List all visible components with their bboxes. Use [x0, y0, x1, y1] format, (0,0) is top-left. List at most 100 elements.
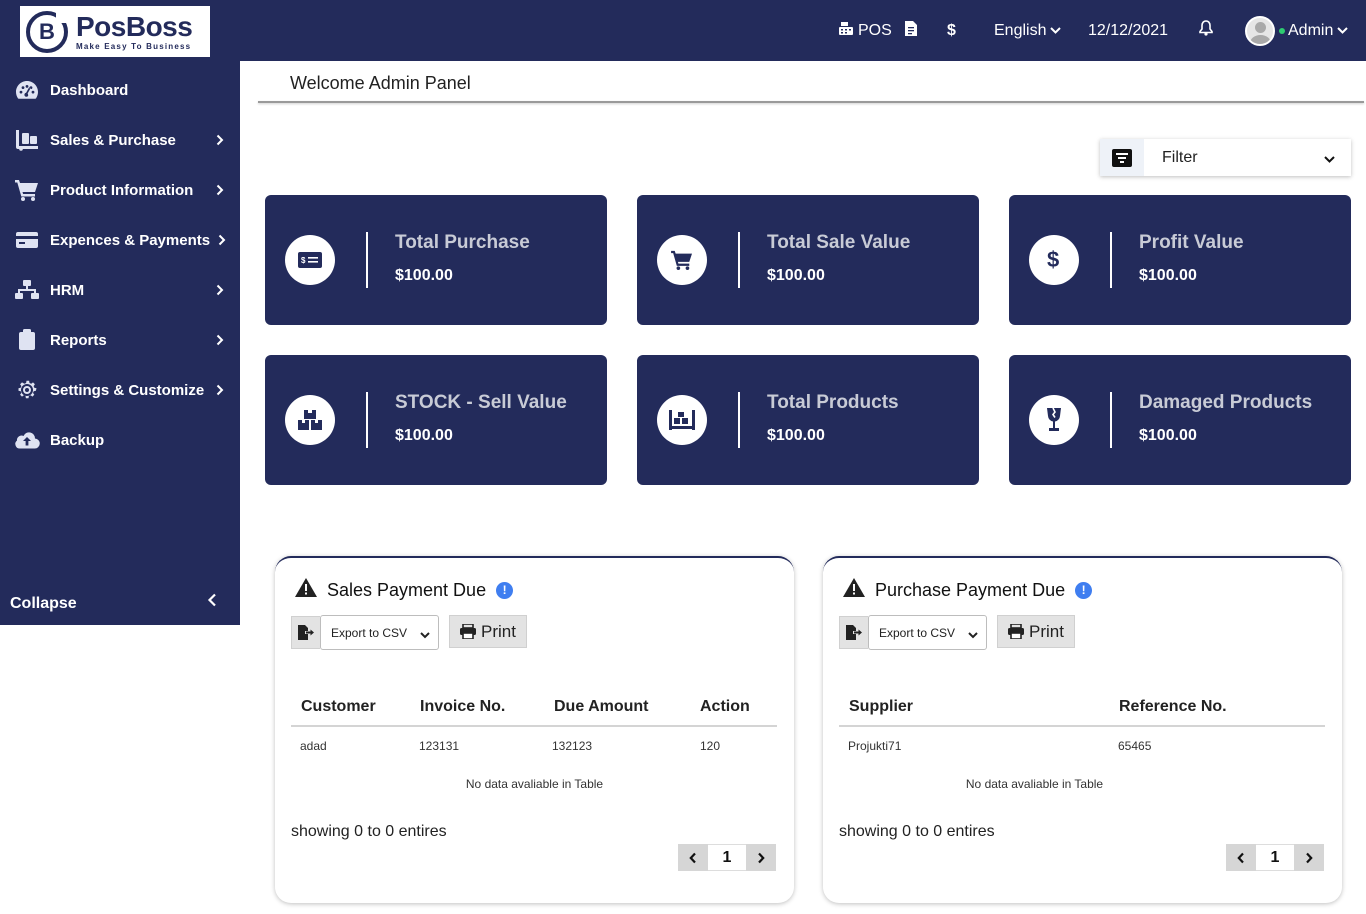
chevron-down-icon: [1337, 22, 1349, 40]
print-label: Print: [1029, 621, 1064, 641]
pos-button[interactable]: POS: [838, 0, 892, 61]
pagination: 1: [678, 844, 776, 871]
table-header-divider: [839, 725, 1325, 727]
language-label: English: [994, 21, 1047, 39]
export-select[interactable]: Export to CSV: [868, 615, 987, 650]
prev-page-button[interactable]: [1226, 844, 1256, 871]
table-cell: adad: [300, 739, 327, 753]
export-select[interactable]: Export to CSV: [320, 615, 439, 650]
filter-icon: [1100, 139, 1144, 176]
warning-icon: [843, 578, 865, 602]
chevron-left-icon[interactable]: [207, 593, 217, 612]
column-header[interactable]: Invoice No.: [420, 698, 505, 716]
chevron-down-icon: [968, 628, 978, 642]
info-icon[interactable]: !: [496, 581, 514, 599]
brand-tagline: Make Easy To Business: [76, 41, 192, 51]
next-page-button[interactable]: [746, 844, 776, 871]
card-value: $100.00: [767, 267, 825, 284]
chevron-down-icon: [420, 628, 430, 642]
printer-icon: [460, 624, 477, 639]
sidebar-item-product-information[interactable]: Product Information: [0, 165, 240, 215]
sidebar-item-label: Product Information: [50, 181, 194, 199]
panel-title: Purchase Payment Due: [875, 579, 1066, 600]
column-header[interactable]: Customer: [301, 698, 376, 716]
card-title: Profit Value: [1139, 232, 1244, 253]
card-value: $100.00: [395, 267, 453, 284]
sidebar-item-backup[interactable]: Backup: [0, 415, 240, 465]
boxes-icon: [285, 395, 335, 445]
showing-entries-text: showing 0 to 0 entires: [291, 823, 447, 840]
filter-dropdown[interactable]: Filter: [1100, 139, 1351, 176]
sidebar-item-sales-purchase[interactable]: Sales & Purchase: [0, 115, 240, 165]
column-header[interactable]: Due Amount: [554, 698, 649, 716]
chevron-left-icon: [1237, 852, 1244, 863]
clipboard-icon: [14, 328, 40, 352]
column-header[interactable]: Supplier: [849, 698, 913, 716]
brand-name: PosBoss: [76, 10, 193, 42]
user-menu[interactable]: Admin: [1245, 0, 1349, 61]
page-title: Welcome Admin Panel: [290, 73, 471, 93]
credit-card-icon: [14, 228, 40, 252]
card-title: Damaged Products: [1139, 392, 1313, 413]
warning-icon: [295, 578, 317, 602]
page-number[interactable]: 1: [1256, 844, 1294, 871]
dollar-icon: $: [1029, 235, 1079, 285]
stat-card-profit-value[interactable]: $ Profit Value $100.00: [1009, 195, 1351, 325]
chevron-right-icon: [213, 333, 227, 347]
top-bar: B PosBoss Make Easy To Business POS $ En…: [0, 0, 1366, 61]
print-button[interactable]: Print: [449, 615, 527, 648]
sidebar-item-label: Sales & Purchase: [50, 131, 176, 149]
page-number[interactable]: 1: [708, 844, 746, 871]
card-value: $100.00: [1139, 267, 1197, 284]
stat-card-damaged-products[interactable]: Damaged Products $100.00: [1009, 355, 1351, 485]
card-divider: [738, 232, 740, 288]
language-select[interactable]: English: [994, 0, 1062, 61]
sidebar-item-label: Expences & Payments: [50, 231, 211, 249]
document-icon: [905, 20, 917, 41]
table-header-divider: [291, 725, 777, 727]
chevron-right-icon: [213, 133, 227, 147]
sales-payment-due-panel: Sales Payment Due ! Export to CSV Print …: [275, 556, 794, 903]
info-icon[interactable]: !: [1075, 581, 1093, 599]
svg-text:$: $: [1047, 248, 1059, 272]
column-header[interactable]: Reference No.: [1119, 698, 1227, 716]
sidebar-item-settings-customize[interactable]: Settings & Customize: [0, 365, 240, 415]
chevron-left-icon: [689, 852, 696, 863]
print-label: Print: [481, 621, 516, 641]
stat-card-total-products[interactable]: Total Products $100.00: [637, 355, 979, 485]
card-title: STOCK - Sell Value: [395, 392, 567, 413]
currency-button[interactable]: $: [947, 0, 956, 61]
table-cell: 132123: [552, 739, 593, 753]
sidebar: Dashboard Sales & Purchase Product Infor…: [0, 61, 240, 625]
sidebar-item-reports[interactable]: Reports: [0, 315, 240, 365]
sidebar-item-hrm[interactable]: HRM: [0, 265, 240, 315]
printer-icon: [1008, 624, 1025, 639]
broken-glass-icon: [1029, 395, 1079, 445]
pallet-icon: [657, 395, 707, 445]
export-select-value: Export to CSV: [331, 625, 408, 640]
chevron-down-icon: [1050, 22, 1062, 40]
cash-register-icon: [838, 20, 854, 41]
print-button[interactable]: Print: [997, 615, 1075, 648]
collapse-button[interactable]: Collapse: [10, 595, 77, 613]
prev-page-button[interactable]: [678, 844, 708, 871]
sidebar-item-label: Dashboard: [50, 81, 129, 99]
table-cell: 123131: [419, 739, 460, 753]
notification-button[interactable]: [1199, 0, 1213, 61]
document-button[interactable]: [905, 0, 917, 61]
svg-text:$: $: [301, 256, 306, 265]
stat-card-stock-sell-value[interactable]: STOCK - Sell Value $100.00: [265, 355, 607, 485]
brand-logo[interactable]: B PosBoss Make Easy To Business: [20, 6, 210, 57]
stat-card-total-purchase[interactable]: $ Total Purchase $100.00: [265, 195, 607, 325]
card-divider: [738, 392, 740, 448]
chevron-down-icon: [1324, 151, 1335, 169]
sidebar-item-dashboard[interactable]: Dashboard: [0, 65, 240, 115]
divider: [258, 101, 1364, 103]
stat-card-total-sale-value[interactable]: Total Sale Value $100.00: [637, 195, 979, 325]
column-header[interactable]: Action: [700, 698, 750, 716]
sidebar-item-expences-payments[interactable]: Expences & Payments: [0, 215, 240, 265]
next-page-button[interactable]: [1294, 844, 1324, 871]
avatar: [1245, 15, 1275, 46]
chevron-right-icon: [215, 233, 229, 247]
card-title: Total Products: [767, 392, 899, 413]
